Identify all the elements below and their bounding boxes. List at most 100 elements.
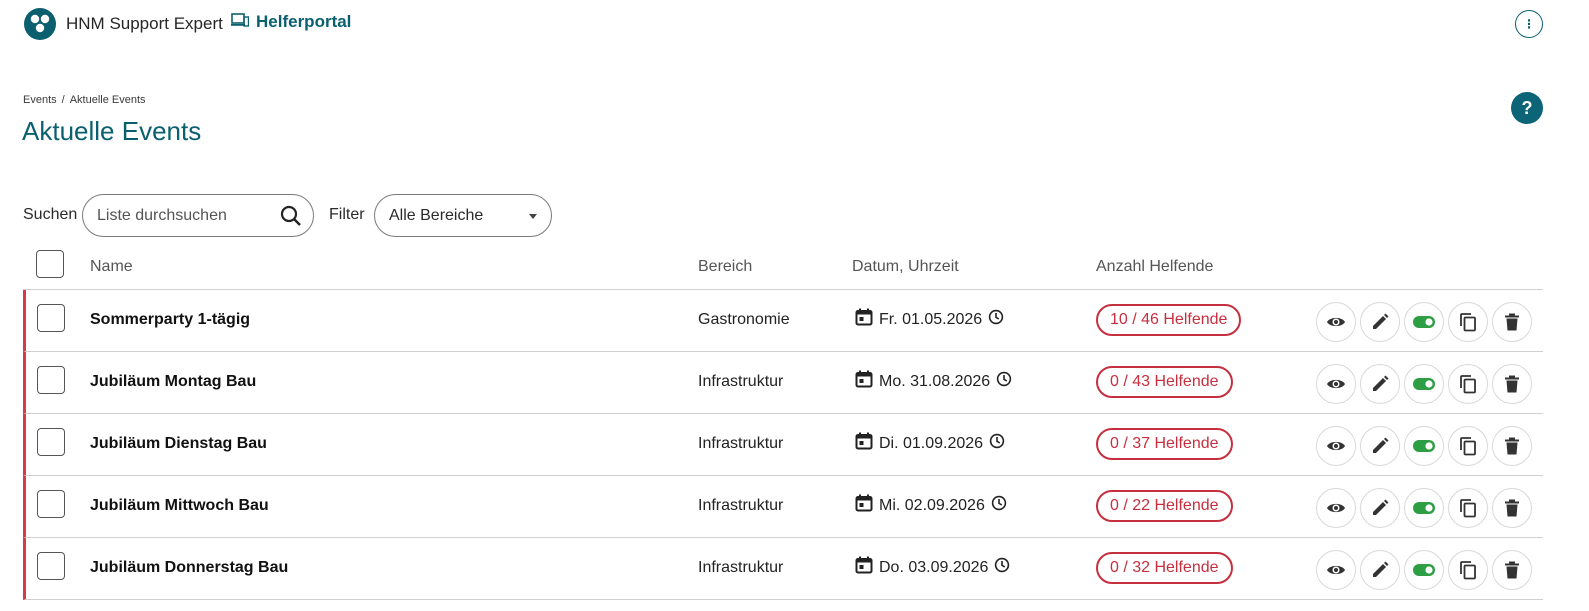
helpers-badge[interactable]: 0 / 32 Helfende <box>1096 552 1233 584</box>
event-name[interactable]: Jubiläum Donnerstag Bau <box>90 559 288 577</box>
view-button[interactable] <box>1316 488 1356 528</box>
edit-button[interactable] <box>1360 302 1400 342</box>
breadcrumb-item-events[interactable]: Events <box>23 94 57 106</box>
column-header-helpers[interactable]: Anzahl Helfende <box>1096 258 1213 276</box>
event-date: Do. 03.09.2026 <box>855 556 1010 579</box>
copy-button[interactable] <box>1448 488 1488 528</box>
delete-button[interactable] <box>1492 550 1532 590</box>
trash-icon <box>1505 313 1519 331</box>
trash-icon <box>1505 561 1519 579</box>
view-button[interactable] <box>1316 550 1356 590</box>
top-bar: HNM Support Expert Helferportal ⋮ <box>0 0 1589 48</box>
calendar-icon <box>855 308 873 331</box>
copy-icon <box>1460 499 1476 518</box>
clock-icon <box>994 557 1010 578</box>
copy-button[interactable] <box>1448 364 1488 404</box>
copy-button[interactable] <box>1448 550 1488 590</box>
page-title: Aktuelle Events <box>22 116 202 146</box>
event-area: Infrastruktur <box>698 497 784 514</box>
toggle-active-button[interactable] <box>1404 302 1444 342</box>
table-row[interactable]: Jubiläum Dienstag Bau Infrastruktur Di. … <box>23 414 1543 476</box>
table-row[interactable]: Jubiläum Donnerstag Bau Infrastruktur Do… <box>23 538 1543 600</box>
edit-button[interactable] <box>1360 426 1400 466</box>
row-checkbox[interactable] <box>37 366 65 394</box>
toggle-icon <box>1413 378 1435 390</box>
copy-icon <box>1460 437 1476 456</box>
pencil-icon <box>1373 375 1389 391</box>
select-all-checkbox[interactable] <box>36 250 64 278</box>
row-actions <box>1316 550 1532 590</box>
copy-icon <box>1460 561 1476 580</box>
toggle-active-button[interactable] <box>1404 488 1444 528</box>
event-date: Mo. 31.08.2026 <box>855 370 1012 393</box>
eye-icon <box>1327 503 1345 513</box>
event-area: Infrastruktur <box>698 559 784 576</box>
row-checkbox[interactable] <box>37 490 65 518</box>
event-area: Infrastruktur <box>698 373 784 390</box>
table-header: Name Bereich Datum, Uhrzeit Anzahl Helfe… <box>23 244 1543 290</box>
helpers-badge[interactable]: 10 / 46 Helfende <box>1096 304 1242 336</box>
row-actions <box>1316 364 1532 404</box>
search-icon[interactable] <box>279 204 303 233</box>
app-logo-icon <box>24 8 56 40</box>
help-icon[interactable]: ? <box>1511 92 1543 124</box>
delete-button[interactable] <box>1492 488 1532 528</box>
calendar-icon <box>855 494 873 517</box>
trash-icon <box>1505 375 1519 393</box>
helpers-badge[interactable]: 0 / 37 Helfende <box>1096 428 1233 460</box>
delete-button[interactable] <box>1492 426 1532 466</box>
event-name[interactable]: Sommerparty 1-tägig <box>90 311 250 329</box>
filter-select[interactable]: Alle Bereiche <box>374 194 552 237</box>
table-body: Sommerparty 1-tägig Gastronomie Fr. 01.0… <box>23 290 1543 600</box>
event-name[interactable]: Jubiläum Dienstag Bau <box>90 435 267 453</box>
clock-icon <box>991 495 1007 516</box>
table-row[interactable]: Jubiläum Mittwoch Bau Infrastruktur Mi. … <box>23 476 1543 538</box>
helpers-badge[interactable]: 0 / 43 Helfende <box>1096 366 1233 398</box>
toggle-active-button[interactable] <box>1404 550 1444 590</box>
view-button[interactable] <box>1316 364 1356 404</box>
row-checkbox[interactable] <box>37 552 65 580</box>
row-actions <box>1316 426 1532 466</box>
toggle-active-button[interactable] <box>1404 426 1444 466</box>
event-name[interactable]: Jubiläum Montag Bau <box>90 373 256 391</box>
helpers-badge[interactable]: 0 / 22 Helfende <box>1096 490 1233 522</box>
portal-label: Helferportal <box>256 12 352 31</box>
copy-button[interactable] <box>1448 302 1488 342</box>
filter-label: Filter <box>329 206 365 223</box>
event-name[interactable]: Jubiläum Mittwoch Bau <box>90 497 269 515</box>
filter-value: Alle Bereiche <box>389 207 484 224</box>
portal-link[interactable]: Helferportal <box>231 12 351 32</box>
app-name: HNM Support Expert <box>66 14 223 33</box>
delete-button[interactable] <box>1492 302 1532 342</box>
table-row[interactable]: Sommerparty 1-tägig Gastronomie Fr. 01.0… <box>23 290 1543 352</box>
view-button[interactable] <box>1316 426 1356 466</box>
clock-icon <box>988 309 1004 330</box>
view-button[interactable] <box>1316 302 1356 342</box>
column-header-date[interactable]: Datum, Uhrzeit <box>852 258 959 276</box>
column-header-area[interactable]: Bereich <box>698 258 752 276</box>
event-area: Gastronomie <box>698 311 790 328</box>
event-date-text: Di. 01.09.2026 <box>879 434 984 452</box>
brand[interactable]: HNM Support Expert <box>24 8 223 40</box>
event-date: Di. 01.09.2026 <box>855 432 1005 455</box>
table-row[interactable]: Jubiläum Montag Bau Infrastruktur Mo. 31… <box>23 352 1543 414</box>
copy-button[interactable] <box>1448 426 1488 466</box>
more-menu-icon[interactable]: ⋮ <box>1515 10 1543 38</box>
devices-icon <box>231 12 250 32</box>
event-date: Mi. 02.09.2026 <box>855 494 1007 517</box>
toggle-active-button[interactable] <box>1404 364 1444 404</box>
row-checkbox[interactable] <box>37 304 65 332</box>
search-field[interactable] <box>82 194 314 237</box>
column-header-name[interactable]: Name <box>90 258 133 276</box>
toggle-icon <box>1413 316 1435 328</box>
clock-icon <box>989 433 1005 454</box>
event-date-text: Mi. 02.09.2026 <box>879 496 985 514</box>
edit-button[interactable] <box>1360 488 1400 528</box>
breadcrumb: Events / Aktuelle Events <box>23 94 146 106</box>
eye-icon <box>1327 441 1345 451</box>
search-input[interactable] <box>97 205 277 227</box>
edit-button[interactable] <box>1360 364 1400 404</box>
edit-button[interactable] <box>1360 550 1400 590</box>
delete-button[interactable] <box>1492 364 1532 404</box>
row-checkbox[interactable] <box>37 428 65 456</box>
